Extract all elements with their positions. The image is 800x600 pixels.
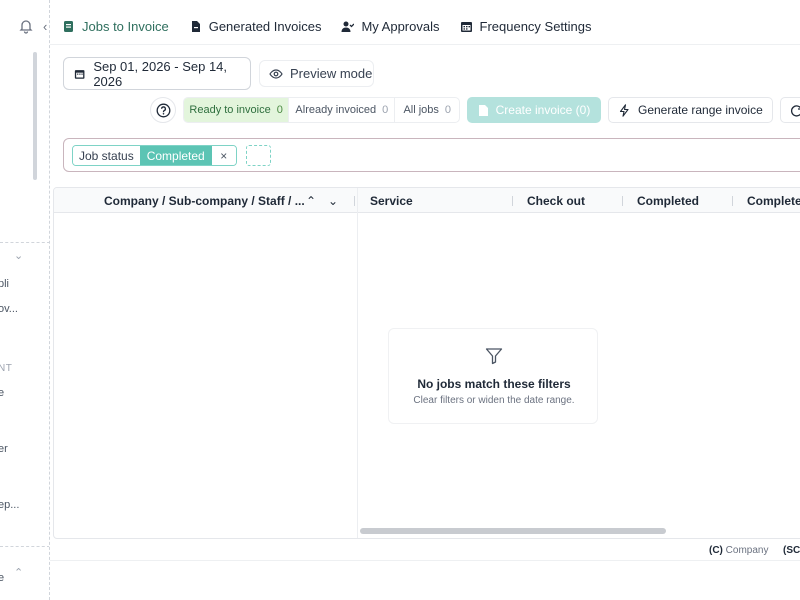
column-header-label: Service <box>370 193 413 208</box>
collapse-sidebar-icon[interactable]: ‹ <box>43 19 55 35</box>
column-header-check-out[interactable]: Check out <box>527 188 585 213</box>
column-header-completed-2[interactable]: Complete <box>747 188 800 213</box>
sidebar-section-label: NT <box>0 363 13 374</box>
sort-up-icon[interactable]: ⌃ <box>306 188 316 213</box>
eye-icon <box>269 68 283 79</box>
column-separator[interactable] <box>512 196 513 206</box>
horizontal-scrollbar[interactable] <box>360 528 666 534</box>
sidebar-scrollbar[interactable] <box>33 52 37 180</box>
legend-sub-company: (SC <box>783 545 800 556</box>
sidebar-item-label[interactable]: pli <box>0 278 9 290</box>
date-range-text: Sep 01, 2026 - Sep 14, 2026 <box>93 58 228 89</box>
segment-already-invoiced[interactable]: Already invoiced 0 <box>289 98 396 122</box>
empty-state: No jobs match these filters Clear filter… <box>388 328 598 424</box>
empty-state-title: No jobs match these filters <box>417 377 571 391</box>
preview-mode-button[interactable]: Preview mode <box>259 60 374 87</box>
generate-range-invoice-button[interactable]: Generate range invoice <box>608 97 773 123</box>
question-icon <box>156 103 170 117</box>
column-separator[interactable] <box>354 196 355 206</box>
legend-code: (C) <box>709 545 723 556</box>
sidebar-item-label[interactable]: ov... <box>0 303 18 315</box>
segment-count: 0 <box>444 104 452 116</box>
tab-generated-invoices[interactable]: Generated Invoices <box>189 18 322 34</box>
sidebar-item-label[interactable]: er <box>0 443 8 455</box>
column-header-completed[interactable]: Completed <box>637 188 699 213</box>
filter-chip-key: Job status <box>73 146 140 165</box>
help-button[interactable] <box>150 97 176 123</box>
chevron-down-icon[interactable]: ⌄ <box>328 188 338 213</box>
add-filter-slot[interactable] <box>246 145 271 166</box>
segment-ready-to-invoice[interactable]: Ready to invoice 0 <box>184 98 290 122</box>
sidebar-item-label[interactable]: e <box>0 387 4 399</box>
column-separator[interactable] <box>732 196 733 206</box>
table-header: Company / Sub-company / Staff / ... ⌃ ⌄ … <box>54 188 800 213</box>
column-separator[interactable] <box>622 196 623 206</box>
sidebar-divider <box>0 546 49 547</box>
tab-my-approvals[interactable]: My Approvals <box>341 18 440 34</box>
sidebar-item-label[interactable]: e <box>0 572 4 584</box>
tab-frequency-settings[interactable]: Frequency Settings <box>460 19 592 34</box>
segment-all-jobs[interactable]: All jobs 0 <box>395 98 459 122</box>
bell-icon[interactable] <box>18 18 34 34</box>
segment-label: Already invoiced <box>295 104 377 116</box>
column-header-company[interactable]: Company / Sub-company / Staff / ... <box>104 188 305 213</box>
sidebar-item-label[interactable]: ep... <box>0 499 19 511</box>
column-header-label: Company / Sub-company / Staff / ... <box>104 193 305 208</box>
segment-count: 0 <box>382 104 389 116</box>
legend-label: Company <box>725 545 769 556</box>
column-header-label: Check out <box>527 193 586 208</box>
remove-filter-icon[interactable]: × <box>211 146 236 165</box>
invoice-status-segmented-control: Ready to invoice 0 Already invoiced 0 Al… <box>183 97 460 123</box>
filter-icon <box>485 348 503 365</box>
tab-label: Generated Invoices <box>208 18 322 34</box>
sidebar: ⌄ pli ov... NT e er ep... e ⌃ <box>0 0 50 600</box>
generate-range-invoice-label: Generate range invoice <box>638 103 763 117</box>
column-header-label: Completed <box>637 193 700 208</box>
filter-bar[interactable]: Job status Completed × <box>63 138 800 172</box>
footer-divider <box>50 560 800 561</box>
user-check-icon <box>341 21 355 32</box>
calendar-icon <box>460 21 472 32</box>
legend-code: (SC <box>783 545 800 556</box>
lightning-icon <box>619 103 629 117</box>
header-divider <box>50 44 800 45</box>
chevron-up-icon[interactable]: ⌃ <box>14 566 23 579</box>
chevron-down-icon[interactable]: ⌄ <box>14 249 23 262</box>
sidebar-divider <box>0 242 49 243</box>
filter-chip-value: Completed <box>139 146 212 165</box>
refresh-button[interactable] <box>780 97 800 123</box>
document-icon <box>191 20 200 32</box>
refresh-icon <box>790 105 800 117</box>
empty-state-subtitle: Clear filters or widen the date range. <box>413 395 575 406</box>
top-tabs: Jobs to Invoice Generated Invoices My Ap… <box>62 14 592 38</box>
segment-label: Ready to invoice <box>189 104 271 116</box>
tab-label: My Approvals <box>361 18 440 34</box>
calendar-icon <box>74 69 85 79</box>
create-invoice-button[interactable]: Create invoice (0) <box>467 97 601 123</box>
pinned-column-divider <box>357 188 358 538</box>
segment-count: 0 <box>276 104 283 116</box>
document-icon <box>478 104 488 116</box>
receipt-icon <box>64 20 73 32</box>
tab-jobs-to-invoice[interactable]: Jobs to Invoice <box>62 19 169 34</box>
tab-label: Jobs to Invoice <box>82 18 169 34</box>
preview-mode-label: Preview mode <box>290 66 373 81</box>
tab-label: Frequency Settings <box>479 18 592 34</box>
create-invoice-label: Create invoice (0) <box>495 103 591 117</box>
filter-chip-job-status[interactable]: Job status Completed × <box>72 145 237 166</box>
column-header-label: Complete <box>747 193 800 208</box>
column-header-service[interactable]: Service <box>370 188 413 213</box>
legend-company: (C) Company <box>709 545 768 556</box>
segment-label: All jobs <box>403 104 439 116</box>
date-range-picker[interactable]: Sep 01, 2026 - Sep 14, 2026 <box>63 57 251 90</box>
